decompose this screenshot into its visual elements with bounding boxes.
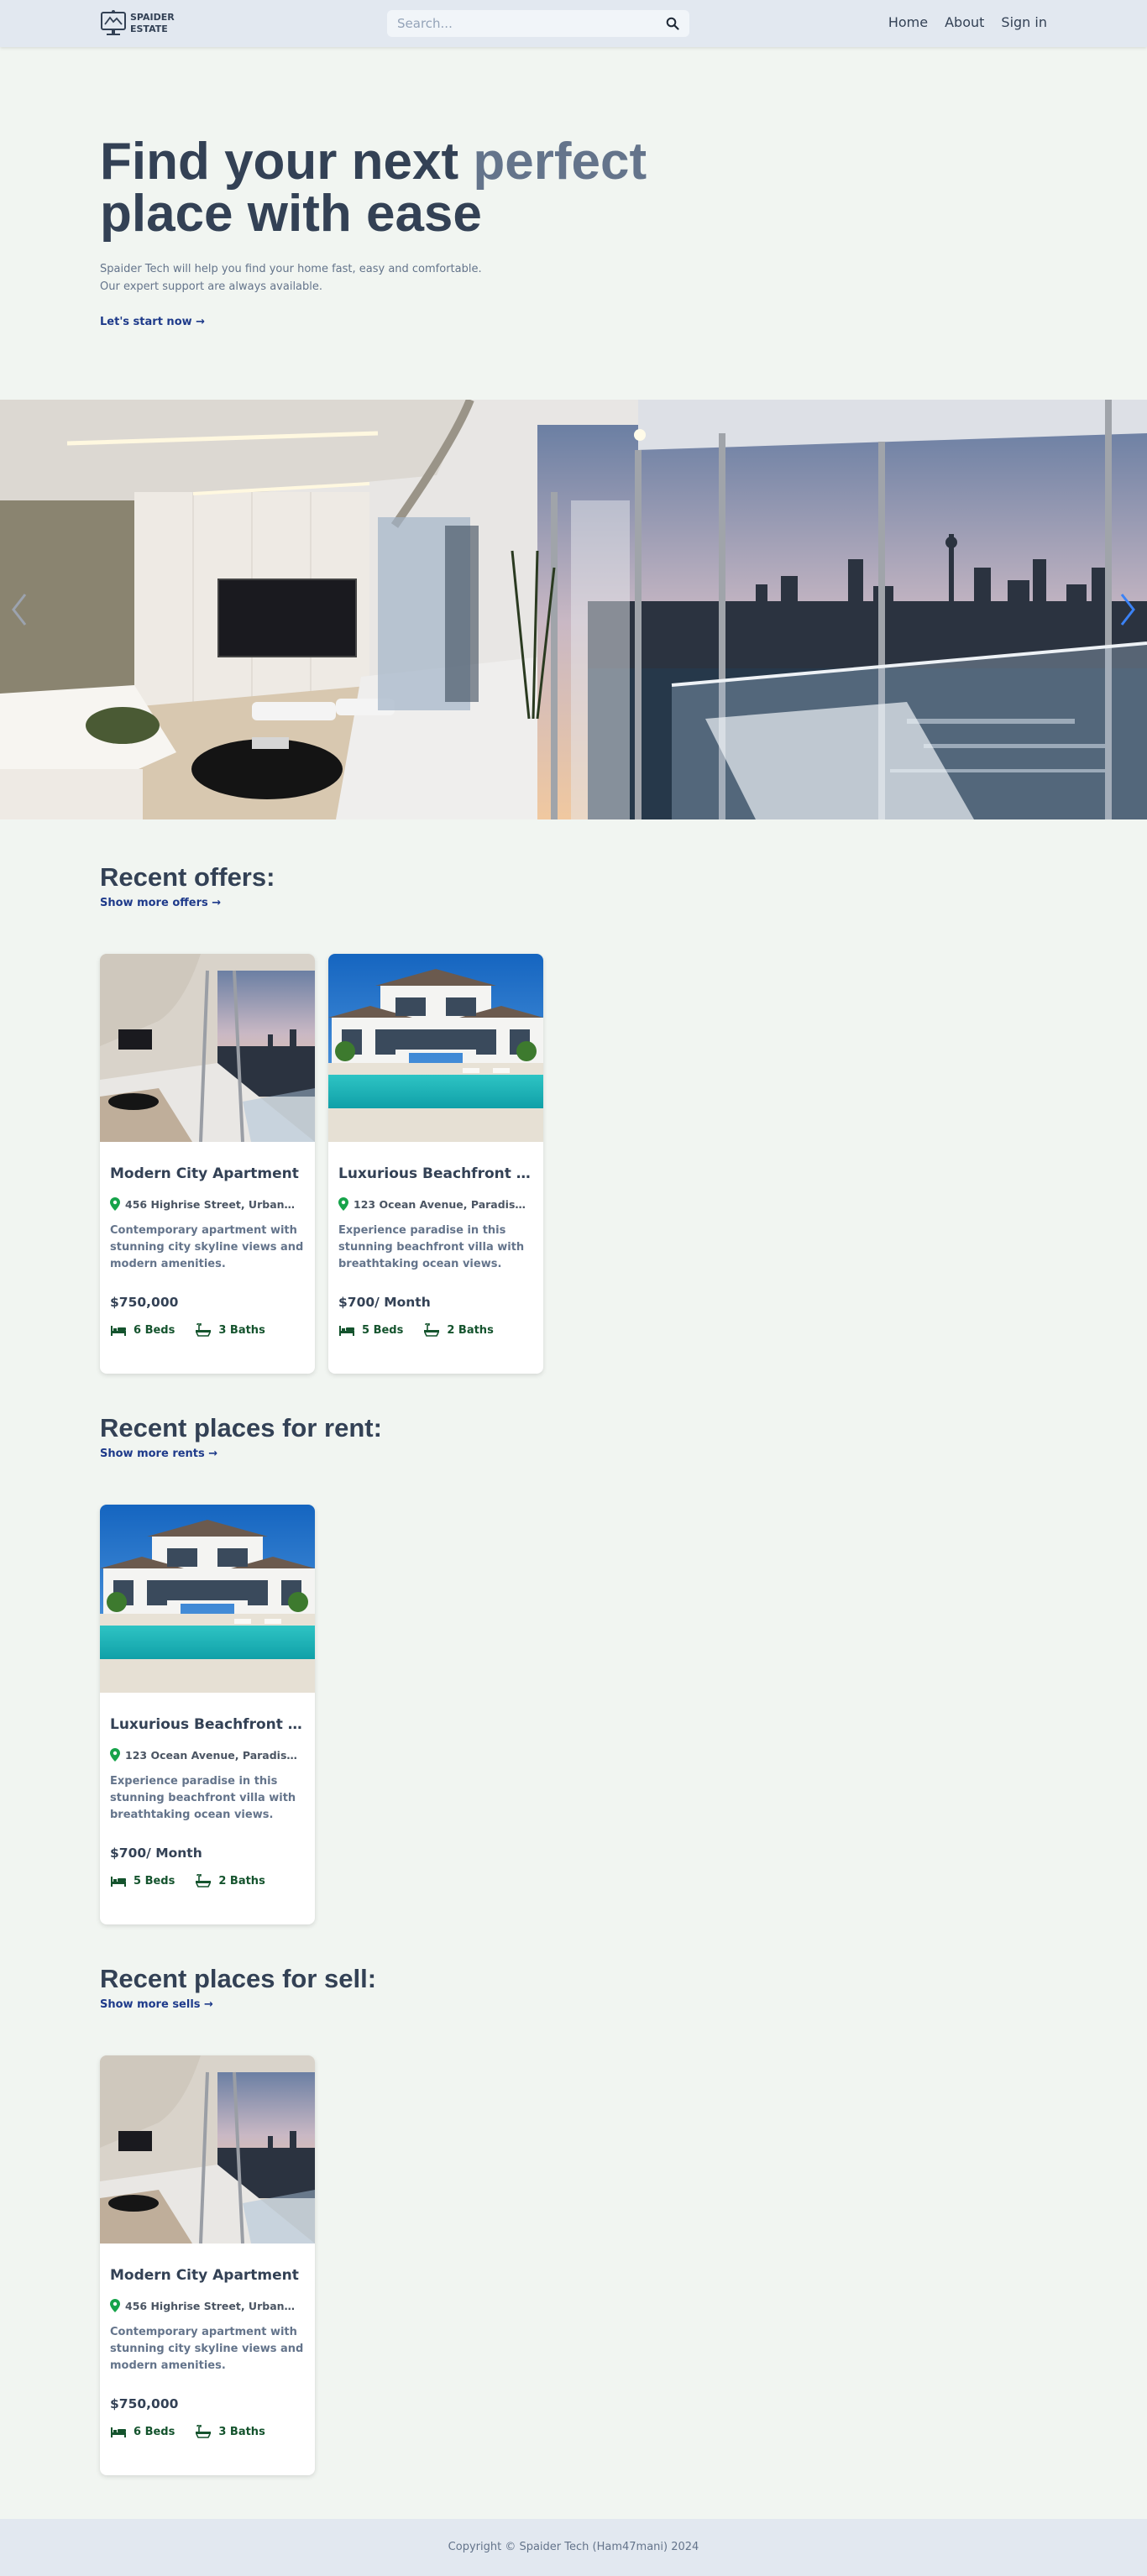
- beds-count: 5 Beds: [134, 1874, 175, 1887]
- search-input[interactable]: [397, 10, 649, 37]
- card-address-text: 456 Highrise Street, Urbanville: [125, 2299, 301, 2312]
- bath-icon: [196, 2425, 212, 2438]
- bath-icon: [424, 1323, 440, 1337]
- map-pin-icon: [110, 2299, 120, 2312]
- beds-count: 6 Beds: [134, 1323, 175, 1337]
- beds-feature: 5 Beds: [338, 1323, 403, 1337]
- card-price: $750,000: [110, 1295, 179, 1310]
- map-pin-icon: [110, 1748, 120, 1762]
- nav-about[interactable]: About: [945, 14, 984, 30]
- baths-feature: 3 Baths: [195, 1323, 265, 1337]
- card-address-text: 123 Ocean Avenue, Paradise City: [125, 1748, 301, 1762]
- sell-card-1[interactable]: Modern City Apartment 456 Highrise Stree…: [100, 2055, 315, 2475]
- card-description: Contemporary apartment with stunning cit…: [110, 2326, 304, 2372]
- baths-feature: 3 Baths: [195, 2425, 265, 2438]
- card-address-text: 123 Ocean Avenue, Paradise City: [354, 1197, 530, 1211]
- show-more-sells-link[interactable]: Show more sells →: [100, 1998, 213, 2011]
- baths-count: 2 Baths: [447, 1323, 494, 1337]
- rent-card-1[interactable]: Luxurious Beachfront Villa 123 Ocean Ave…: [100, 1505, 315, 1924]
- beds-feature: 5 Beds: [110, 1874, 175, 1887]
- beds-count: 5 Beds: [362, 1323, 404, 1337]
- nav-sign-in[interactable]: Sign in: [1001, 14, 1047, 30]
- card-price: $700/ Month: [338, 1295, 431, 1310]
- start-now-link[interactable]: Let's start now →: [100, 316, 205, 328]
- card-address: 123 Ocean Avenue, Paradise City: [110, 1748, 305, 1762]
- map-pin-icon: [338, 1197, 348, 1211]
- sell-title: Recent places for sell:: [100, 1964, 377, 1993]
- slider-next-icon[interactable]: [1115, 589, 1140, 630]
- card-features: 6 Beds 3 Baths: [110, 1323, 305, 1337]
- bed-icon: [111, 1877, 126, 1887]
- card-price: $700/ Month: [110, 1846, 202, 1861]
- slider-image: [0, 400, 1147, 819]
- search-bar: [387, 10, 689, 37]
- card-title: Modern City Apartment: [110, 2267, 299, 2284]
- card-price: $750,000: [110, 2396, 179, 2411]
- baths-count: 2 Baths: [218, 1874, 265, 1887]
- bed-icon: [111, 2427, 126, 2437]
- card-body: Modern City Apartment 456 Highrise Stree…: [110, 2267, 305, 2438]
- card-title: Luxurious Beachfront Villa: [110, 1716, 305, 1733]
- beds-feature: 6 Beds: [110, 2425, 175, 2438]
- card-body: Luxurious Beachfront Villa 123 Ocean Ave…: [110, 1716, 305, 1887]
- hero-title-accent: perfect: [473, 133, 647, 191]
- card-body: Modern City Apartment 456 Highrise Stree…: [110, 1165, 305, 1337]
- logo-text: SPAIDER ESTATE: [130, 12, 175, 35]
- rent-title: Recent places for rent:: [100, 1413, 382, 1442]
- hero-title-part-2: place with ease: [100, 185, 482, 243]
- card-address: 456 Highrise Street, Urbanville: [110, 2299, 305, 2312]
- bed-icon: [111, 1326, 126, 1336]
- hero-title-part-1: Find your next: [100, 133, 474, 191]
- map-pin-icon: [110, 1197, 120, 1211]
- copyright-text: Copyright © Spaider Tech (Ham47mani) 202…: [448, 2541, 699, 2553]
- offers-title: Recent offers:: [100, 862, 275, 892]
- search-icon[interactable]: [666, 17, 679, 30]
- bath-icon: [196, 1323, 212, 1337]
- baths-count: 3 Baths: [218, 1323, 265, 1337]
- main-nav: Home About Sign in: [888, 14, 1047, 30]
- villa-image: [100, 1505, 315, 1693]
- bed-icon: [339, 1326, 354, 1336]
- card-address: 123 Ocean Avenue, Paradise City: [338, 1197, 533, 1211]
- card-description: Contemporary apartment with stunning cit…: [110, 1224, 304, 1270]
- hero-subtitle: Spaider Tech will help you find your hom…: [100, 260, 537, 296]
- offer-card-2[interactable]: Luxurious Beachfront Villa 123 Ocean Ave…: [328, 954, 543, 1374]
- logo-line-2: ESTATE: [130, 24, 168, 34]
- card-description: Experience paradise in this stunning bea…: [338, 1224, 525, 1270]
- beds-feature: 6 Beds: [110, 1323, 175, 1337]
- site-footer: Copyright © Spaider Tech (Ham47mani) 202…: [0, 2519, 1147, 2576]
- apartment-image: [100, 954, 315, 1142]
- card-features: 6 Beds 3 Baths: [110, 2425, 305, 2438]
- hero-subtitle-line-2: Our expert support are always available.: [100, 280, 323, 293]
- card-description: Experience paradise in this stunning bea…: [110, 1775, 296, 1821]
- card-address: 456 Highrise Street, Urbanville: [110, 1197, 305, 1211]
- baths-feature: 2 Baths: [195, 1874, 265, 1887]
- logo-link[interactable]: SPAIDER ESTATE: [100, 8, 175, 39]
- hero-slider: [0, 400, 1147, 819]
- card-body: Luxurious Beachfront Villa 123 Ocean Ave…: [338, 1165, 533, 1337]
- baths-count: 3 Baths: [218, 2425, 265, 2438]
- offer-card-1[interactable]: Modern City Apartment 456 Highrise Stree…: [100, 954, 315, 1374]
- hero-subtitle-line-1: Spaider Tech will help you find your hom…: [100, 263, 482, 275]
- card-features: 5 Beds 2 Baths: [338, 1323, 533, 1337]
- show-more-rents-link[interactable]: Show more rents →: [100, 1448, 217, 1460]
- hero-title: Find your next perfect place with ease: [100, 136, 738, 240]
- beds-count: 6 Beds: [134, 2425, 175, 2438]
- site-header: SPAIDER ESTATE Home About Sign in: [0, 0, 1147, 47]
- slider-prev-icon[interactable]: [7, 589, 32, 630]
- baths-feature: 2 Baths: [423, 1323, 494, 1337]
- logo-icon: [101, 10, 126, 35]
- villa-image: [328, 954, 543, 1142]
- card-title: Luxurious Beachfront Villa: [338, 1165, 533, 1182]
- show-more-offers-link[interactable]: Show more offers →: [100, 897, 221, 909]
- card-address-text: 456 Highrise Street, Urbanville: [125, 1197, 301, 1211]
- nav-home[interactable]: Home: [888, 14, 928, 30]
- bath-icon: [196, 1874, 212, 1887]
- card-title: Modern City Apartment: [110, 1165, 299, 1182]
- card-features: 5 Beds 2 Baths: [110, 1874, 305, 1887]
- logo-line-1: SPAIDER: [130, 12, 175, 23]
- apartment-image: [100, 2055, 315, 2244]
